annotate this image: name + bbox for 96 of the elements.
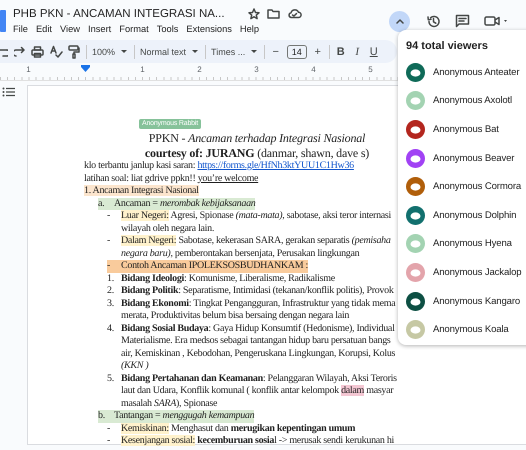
menu-item[interactable]: Edit bbox=[36, 24, 52, 34]
caret-icon bbox=[250, 49, 258, 54]
redo-icon[interactable] bbox=[14, 46, 26, 58]
list-item-text: Kesenjangan sosial: kecemburuan sosial -> merusak sendi kerukunan hi bbox=[121, 435, 394, 448]
paragraph-text: masalah SARA), Spionase bbox=[121, 398, 218, 410]
viewer-name[interactable]: Anonymous Axolotl bbox=[433, 95, 512, 106]
document-heading: PPKN - Ancaman terhadap Integrasi Nasional bbox=[148, 131, 366, 146]
font-dropdown[interactable]: Times ... bbox=[211, 46, 258, 56]
ruler-number: 1 bbox=[140, 65, 145, 74]
paragraph-text: laut dan Udara, Konflik komunal ( konflik antar kelompok dalam masyar bbox=[121, 385, 394, 398]
ruler-number: 1 bbox=[26, 65, 31, 74]
paragraph-text: latihan soal: liat gdrive ppkn!! you’re welcome bbox=[84, 172, 258, 185]
list-marker: - bbox=[107, 210, 112, 222]
list-item-text: Bidang Pertahanan dan Keamanan: Pelanggaran Wilayah, Aksi Teroris bbox=[121, 372, 397, 385]
list-item-text: Bidang Ekonomi: Tingkat Pengangguran, Infrastruktur yang tidak mema bbox=[121, 298, 396, 310]
paragraph-text: air, Kemiskinan , Kebodohan, Pengeruskana Lingkungan, Korupsi, Kolus bbox=[121, 348, 396, 360]
underline-button[interactable]: U bbox=[368, 46, 380, 58]
list-marker: a. bbox=[98, 198, 114, 210]
list-marker: - bbox=[107, 235, 112, 248]
panel-heading: 94 total viewers bbox=[406, 39, 489, 54]
print-icon[interactable] bbox=[31, 46, 44, 58]
viewer-name[interactable]: Anonymous Dolphin bbox=[433, 210, 516, 221]
zoom-dropdown[interactable]: 100% bbox=[92, 46, 128, 56]
list-marker: 3. bbox=[107, 298, 115, 310]
comment-icon[interactable] bbox=[455, 14, 470, 28]
style-dropdown[interactable]: Normal text bbox=[140, 46, 200, 56]
list-item-text: Bidang Sosial Budaya: Gaya Hidup Konsumtif (Hedonisme), Individual bbox=[121, 322, 395, 335]
menu-item[interactable]: File bbox=[13, 24, 28, 34]
list-item-text: Kemiskinan: Menghasut dan merugikan kepentingan umum bbox=[121, 422, 356, 435]
list-item-text: Ancaman = merombak kebijaksanaan bbox=[114, 198, 256, 210]
menu-item[interactable]: Tools bbox=[156, 24, 178, 34]
paragraph-text: (KKN ) bbox=[121, 360, 148, 372]
viewer-name[interactable]: Anonymous Hyena bbox=[433, 238, 512, 250]
decrease-font-size-button[interactable]: − bbox=[270, 46, 282, 58]
menu-item[interactable]: View bbox=[60, 24, 80, 34]
link[interactable]: https://forms.gle/HfNh3ktYUU1C1Hw36 bbox=[197, 160, 354, 171]
list-item-text: Contoh Ancaman IPOLEKSOSBUDHANKAM : bbox=[121, 260, 308, 272]
menu-item[interactable]: Format bbox=[119, 24, 149, 34]
viewer-name[interactable]: Anonymous Koala bbox=[433, 324, 509, 336]
cloud-icon[interactable] bbox=[286, 8, 302, 19]
caret-icon bbox=[120, 49, 128, 54]
increase-font-size-button[interactable]: + bbox=[312, 46, 324, 58]
history-icon[interactable] bbox=[426, 14, 441, 28]
paint-roller-icon[interactable] bbox=[68, 44, 80, 58]
bold-button[interactable]: B bbox=[335, 46, 346, 58]
avatar-icon[interactable] bbox=[406, 62, 425, 82]
outline-icon[interactable] bbox=[2, 87, 16, 97]
video-camera-icon[interactable] bbox=[484, 15, 510, 27]
viewer-name[interactable]: Anonymous Bat bbox=[433, 124, 499, 135]
paragraph-text: negara baru), pemberontakan bersenjata, Perusakan lingkungan bbox=[121, 248, 360, 260]
folder-icon[interactable] bbox=[266, 8, 280, 19]
spellcheck-icon[interactable] bbox=[50, 45, 62, 58]
list-marker: 1. bbox=[107, 272, 115, 285]
avatar-icon[interactable] bbox=[406, 177, 425, 196]
ruler-number: 4 bbox=[311, 65, 316, 74]
menu-item[interactable]: Extensions bbox=[186, 24, 232, 34]
list-marker: - bbox=[107, 422, 112, 435]
avatar-icon[interactable] bbox=[406, 148, 425, 168]
paragraph-text: wilayah oleh negara lain. bbox=[121, 222, 214, 235]
list-marker: 2. bbox=[107, 285, 115, 298]
ruler-number: 5 bbox=[368, 65, 373, 74]
viewer-name[interactable]: Anonymous Anteater bbox=[433, 66, 520, 78]
paragraph-text: merata, Produktivitas belum bisa bersaing dengan negara lain bbox=[121, 310, 350, 322]
chevron-up-icon bbox=[396, 18, 404, 24]
list-marker: b. bbox=[98, 410, 114, 422]
avatar-icon[interactable] bbox=[406, 120, 425, 139]
paragraph-text: 1. Ancaman Integrasi Nasional bbox=[84, 185, 199, 198]
list-item-text: Bidang Ideologi: Komunisme, Liberalisme, Radikalisme bbox=[121, 272, 335, 285]
menu-item[interactable]: Insert bbox=[88, 24, 112, 34]
viewer-name[interactable]: Anonymous Kangaro bbox=[433, 296, 520, 307]
menu-item[interactable]: Help bbox=[240, 24, 260, 34]
list-item-text: Tantangan = menggugah kemampuan bbox=[114, 410, 254, 422]
viewer-name[interactable]: Anonymous Jackalop bbox=[433, 266, 522, 278]
italic-button[interactable]: I bbox=[352, 46, 363, 58]
caret-icon bbox=[191, 49, 200, 54]
indent-marker-icon[interactable] bbox=[81, 65, 90, 72]
list-marker: 4. bbox=[107, 322, 115, 335]
paragraph-text: klo terbantu janlup kasi saran: https://forms.gle/HfNh3ktYUU1C1Hw36 bbox=[84, 160, 354, 172]
document-heading: courtesy of: JURANG (danmar, shawn, dave s) bbox=[144, 146, 370, 160]
avatar-icon[interactable] bbox=[406, 292, 425, 311]
paragraph-text: Materialisme. Era medsos sebagai tantangan hidup baru persatuan bangs bbox=[121, 335, 390, 348]
ruler-number: 2 bbox=[197, 65, 202, 74]
list-item-text: Dalam Negeri: Sabotase, kekerasan SARA, gerakan separatis (pemisaha bbox=[121, 235, 391, 248]
font-size-field[interactable]: 14 bbox=[286, 44, 307, 58]
viewer-name[interactable]: Anonymous Beaver bbox=[433, 152, 514, 164]
list-item-text: Luar Negeri: Agresi, Spionase (mata-mata), sabotase, aksi teror internasi bbox=[121, 210, 391, 222]
star-icon[interactable] bbox=[248, 8, 260, 20]
collapse-button[interactable] bbox=[389, 10, 410, 32]
avatar-icon[interactable] bbox=[406, 206, 425, 225]
list-marker: - bbox=[107, 435, 112, 448]
list-marker: 5. bbox=[107, 372, 115, 385]
list-marker: - bbox=[107, 260, 121, 272]
ruler-number: 3 bbox=[254, 65, 259, 74]
document-title[interactable]: PHB PKN - ANCAMAN INTEGRASI NA... bbox=[13, 8, 225, 20]
list-item-text: Bidang Politik: Separatisme, Intimidasi (tekanan/konflik politis), Provok bbox=[121, 285, 394, 298]
viewer-name[interactable]: Anonymous Cormora bbox=[433, 181, 522, 192]
